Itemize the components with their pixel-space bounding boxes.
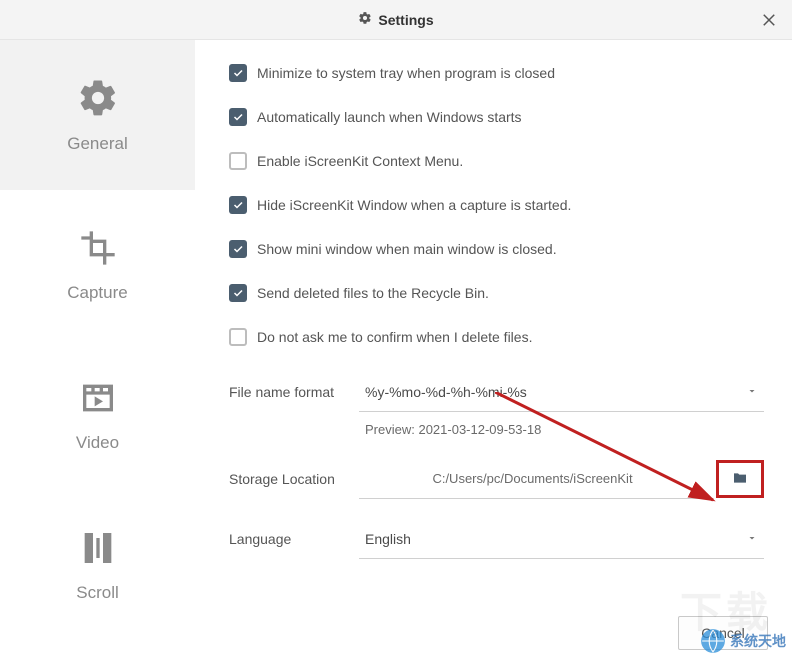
option-label: Automatically launch when Windows starts — [257, 109, 522, 125]
option-label: Minimize to system tray when program is … — [257, 65, 555, 81]
folder-icon — [731, 470, 749, 489]
checkbox-checked-icon[interactable] — [229, 108, 247, 126]
sidebar-item-label: Capture — [67, 283, 127, 303]
storage-path-value: C:/Users/pc/Documents/iScreenKit — [432, 471, 632, 486]
checkbox-checked-icon[interactable] — [229, 240, 247, 258]
filename-format-label: File name format — [229, 384, 359, 400]
crop-icon — [78, 228, 118, 273]
chevron-down-icon — [746, 384, 758, 400]
storage-location-label: Storage Location — [229, 471, 359, 487]
watermark: 系统天地 — [700, 628, 786, 654]
option-auto-launch[interactable]: Automatically launch when Windows starts — [229, 108, 764, 126]
option-hide-on-capture[interactable]: Hide iScreenKit Window when a capture is… — [229, 196, 764, 214]
option-label: Enable iScreenKit Context Menu. — [257, 153, 463, 169]
language-label: Language — [229, 531, 359, 547]
option-context-menu[interactable]: Enable iScreenKit Context Menu. — [229, 152, 764, 170]
checkbox-checked-icon[interactable] — [229, 284, 247, 302]
globe-icon — [700, 628, 726, 654]
sidebar-item-capture[interactable]: Capture — [0, 190, 195, 340]
checkbox-unchecked-icon[interactable] — [229, 328, 247, 346]
dropdown-value: %y-%mo-%d-%h-%mi-%s — [365, 384, 527, 400]
option-label: Do not ask me to confirm when I delete f… — [257, 329, 532, 345]
option-minimize-tray[interactable]: Minimize to system tray when program is … — [229, 64, 764, 82]
filename-format-dropdown[interactable]: %y-%mo-%d-%h-%mi-%s — [359, 372, 764, 412]
title-text: Settings — [378, 12, 433, 28]
watermark-text: 系统天地 — [730, 631, 786, 651]
option-mini-window[interactable]: Show mini window when main window is clo… — [229, 240, 764, 258]
scroll-icon — [78, 528, 118, 573]
filename-preview: Preview: 2021-03-12-09-53-18 — [359, 412, 764, 447]
option-label: Send deleted files to the Recycle Bin. — [257, 285, 489, 301]
option-recycle-bin[interactable]: Send deleted files to the Recycle Bin. — [229, 284, 764, 302]
checkbox-checked-icon[interactable] — [229, 196, 247, 214]
option-label: Hide iScreenKit Window when a capture is… — [257, 197, 571, 213]
settings-panel: Minimize to system tray when program is … — [195, 40, 792, 660]
title-bar: Settings — [0, 0, 792, 40]
sidebar: General Capture Video Scroll — [0, 40, 195, 660]
chevron-down-icon — [746, 531, 758, 547]
checkbox-unchecked-icon[interactable] — [229, 152, 247, 170]
sidebar-item-label: General — [67, 134, 127, 154]
sidebar-item-scroll[interactable]: Scroll — [0, 490, 195, 640]
dropdown-value: English — [365, 531, 411, 547]
option-label: Show mini window when main window is clo… — [257, 241, 557, 257]
option-no-confirm-delete[interactable]: Do not ask me to confirm when I delete f… — [229, 328, 764, 346]
sidebar-item-label: Video — [76, 433, 119, 453]
gear-icon — [77, 77, 119, 124]
language-dropdown[interactable]: English — [359, 519, 764, 559]
sidebar-item-video[interactable]: Video — [0, 340, 195, 490]
sidebar-item-general[interactable]: General — [0, 40, 195, 190]
checkbox-checked-icon[interactable] — [229, 64, 247, 82]
gear-icon — [358, 11, 372, 28]
browse-button[interactable] — [716, 460, 764, 498]
close-icon[interactable] — [760, 11, 778, 29]
sidebar-item-label: Scroll — [76, 583, 119, 603]
storage-path[interactable]: C:/Users/pc/Documents/iScreenKit — [359, 459, 706, 499]
video-icon — [78, 378, 118, 423]
